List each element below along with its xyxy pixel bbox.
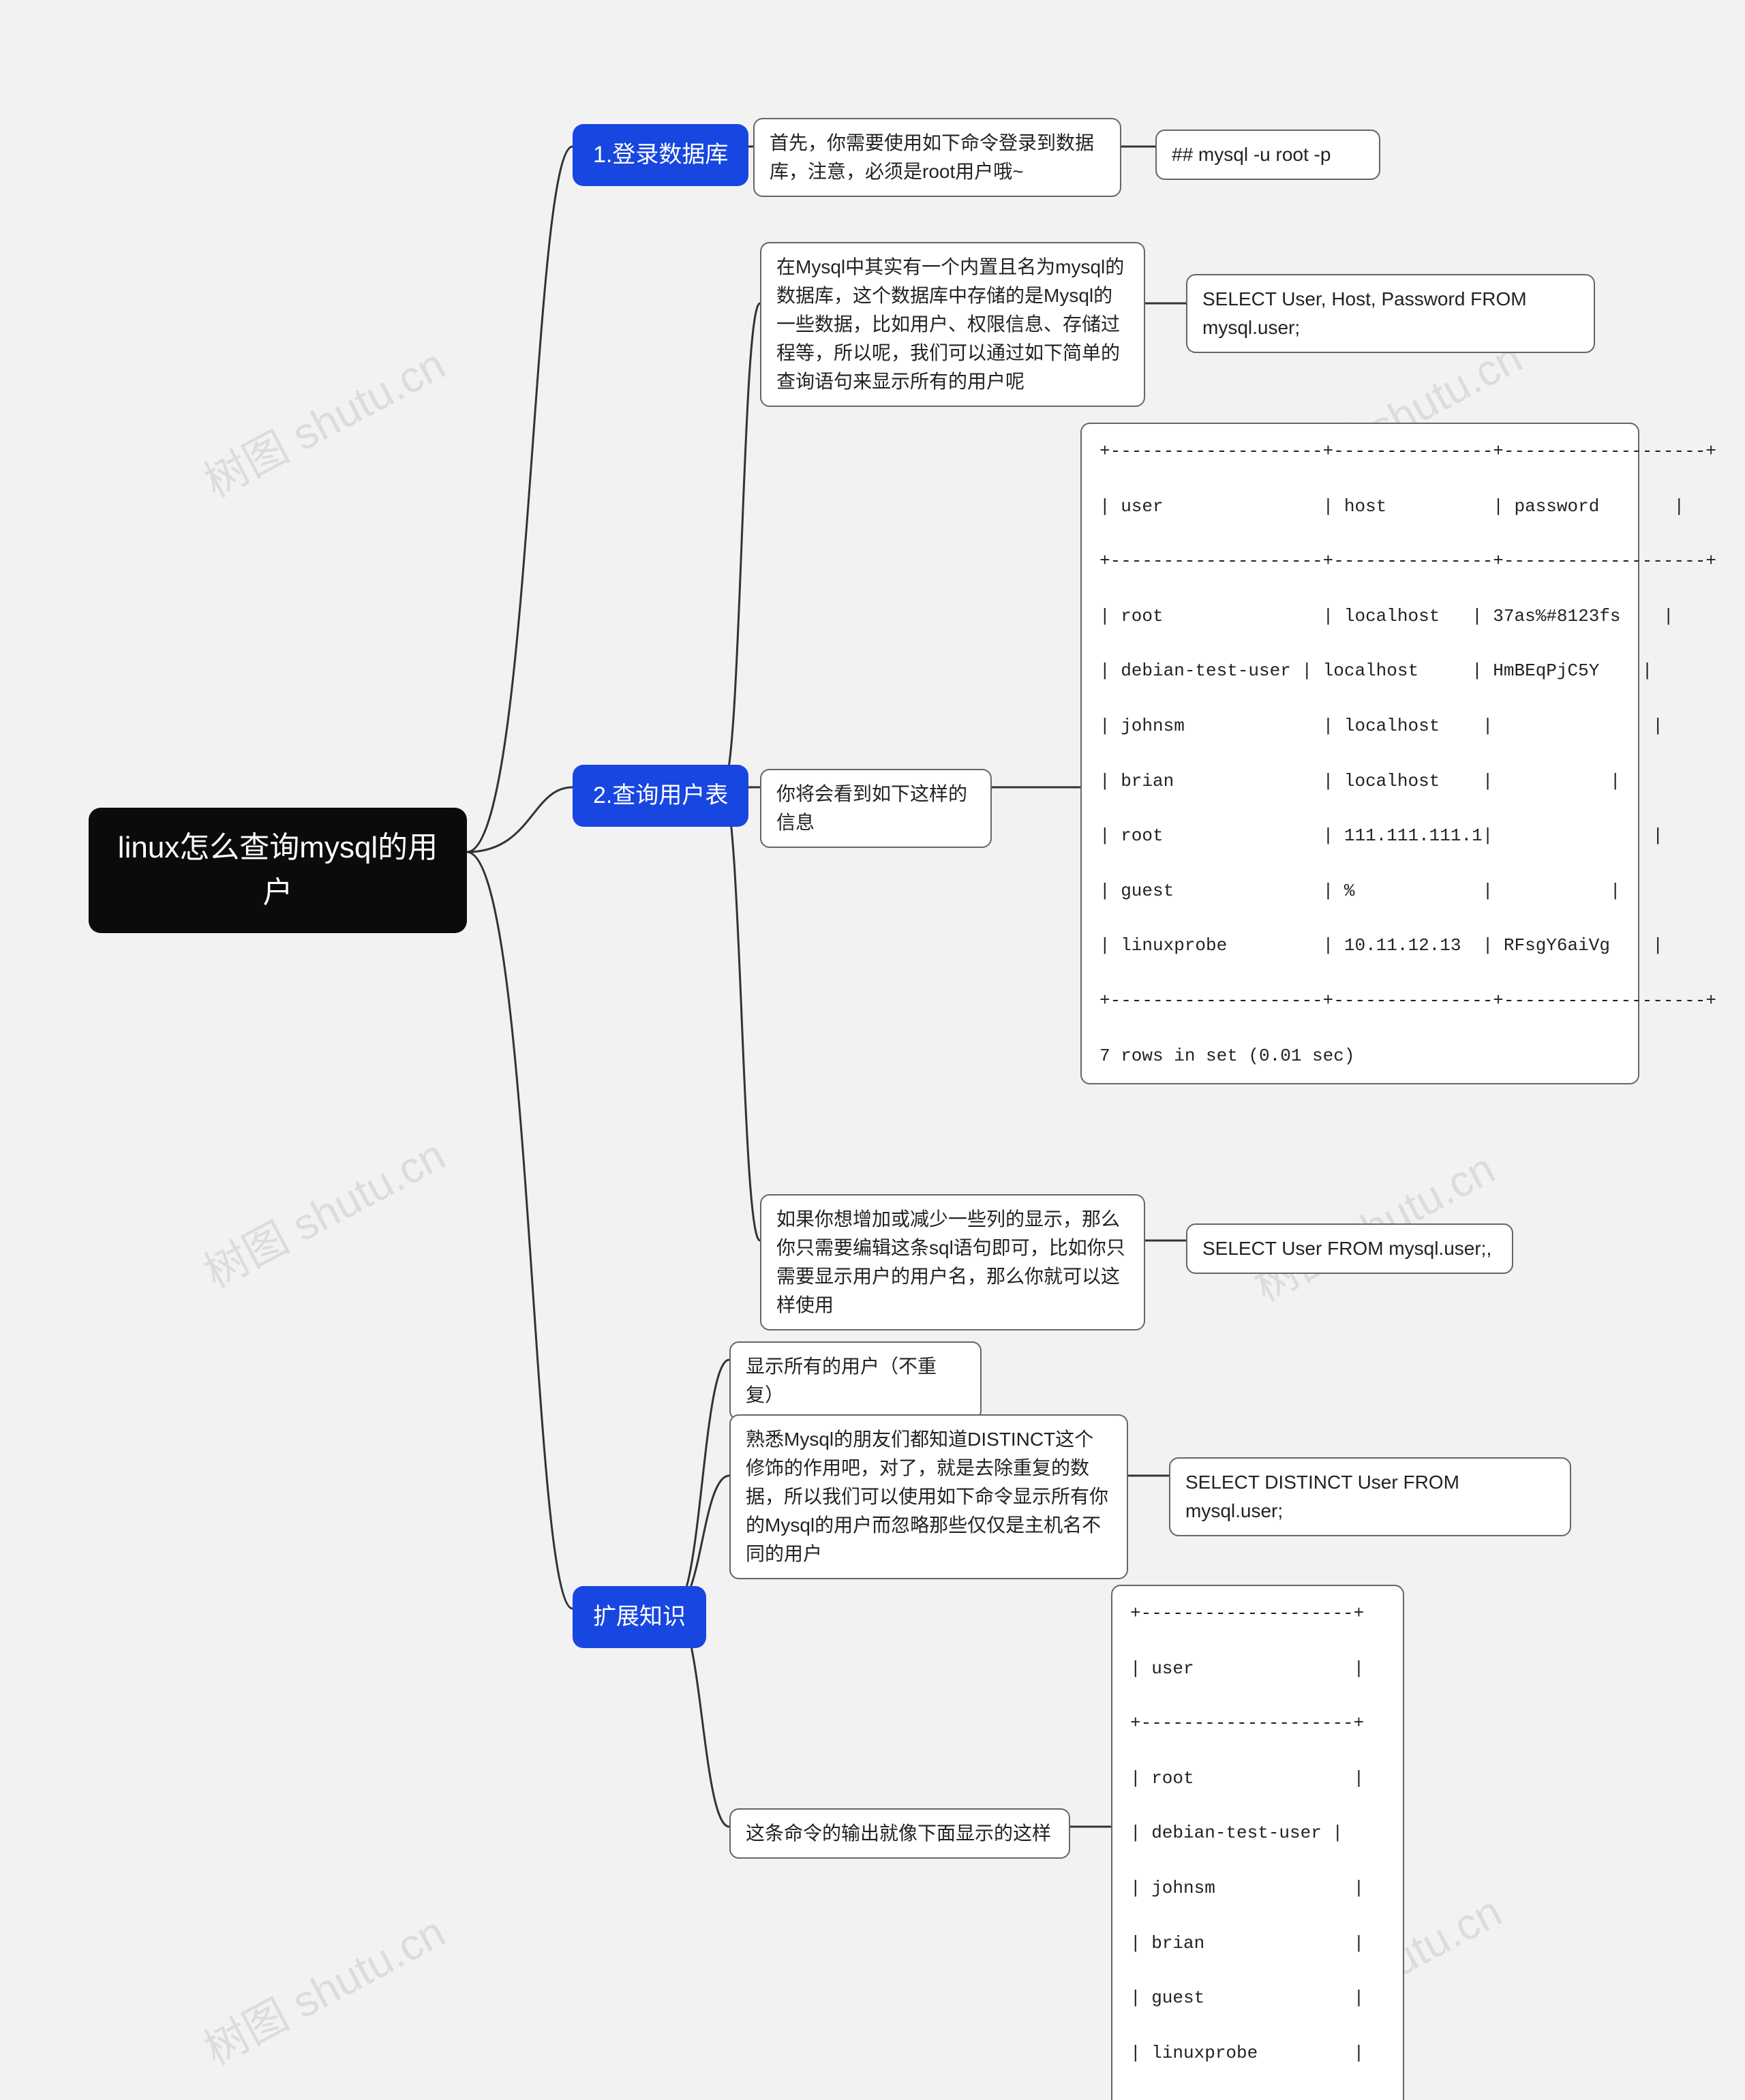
watermark: 树图 shutu.cn <box>192 1121 455 1300</box>
query-desc3: 如果你想增加或减少一些列的显示，那么你只需要编辑这条sql语句即可，比如你只需要… <box>760 1194 1145 1330</box>
ext-desc2: 熟悉Mysql的朋友们都知道DISTINCT这个修饰的作用吧，对了，就是去除重复… <box>729 1414 1128 1579</box>
query-desc1: 在Mysql中其实有一个内置且名为mysql的数据库，这个数据库中存储的是Mys… <box>760 242 1145 407</box>
query-cmd3: SELECT User FROM mysql.user;, <box>1186 1223 1513 1274</box>
login-desc: 首先，你需要使用如下命令登录到数据库，注意，必须是root用户哦~ <box>753 118 1121 197</box>
branch-extended[interactable]: 扩展知识 <box>573 1586 706 1648</box>
branch-query-user-table[interactable]: 2.查询用户表 <box>573 765 748 827</box>
watermark: 树图 shutu.cn <box>192 330 455 509</box>
branch-login-db[interactable]: 1.登录数据库 <box>573 124 748 186</box>
query-table1: +--------------------+---------------+--… <box>1080 423 1639 1084</box>
ext-desc1: 显示所有的用户（不重复） <box>729 1341 982 1420</box>
ext-desc3: 这条命令的输出就像下面显示的这样 <box>729 1808 1070 1859</box>
watermark: 树图 shutu.cn <box>192 1898 455 2077</box>
ext-cmd2: SELECT DISTINCT User FROM mysql.user; <box>1169 1457 1571 1536</box>
query-desc2: 你将会看到如下这样的信息 <box>760 769 992 848</box>
query-cmd1: SELECT User, Host, Password FROM mysql.u… <box>1186 274 1595 353</box>
ext-table2: +--------------------+ | user | +-------… <box>1111 1585 1404 2100</box>
root-node[interactable]: linux怎么查询mysql的用户 <box>89 808 467 933</box>
login-cmd: ## mysql -u root -p <box>1155 130 1380 180</box>
